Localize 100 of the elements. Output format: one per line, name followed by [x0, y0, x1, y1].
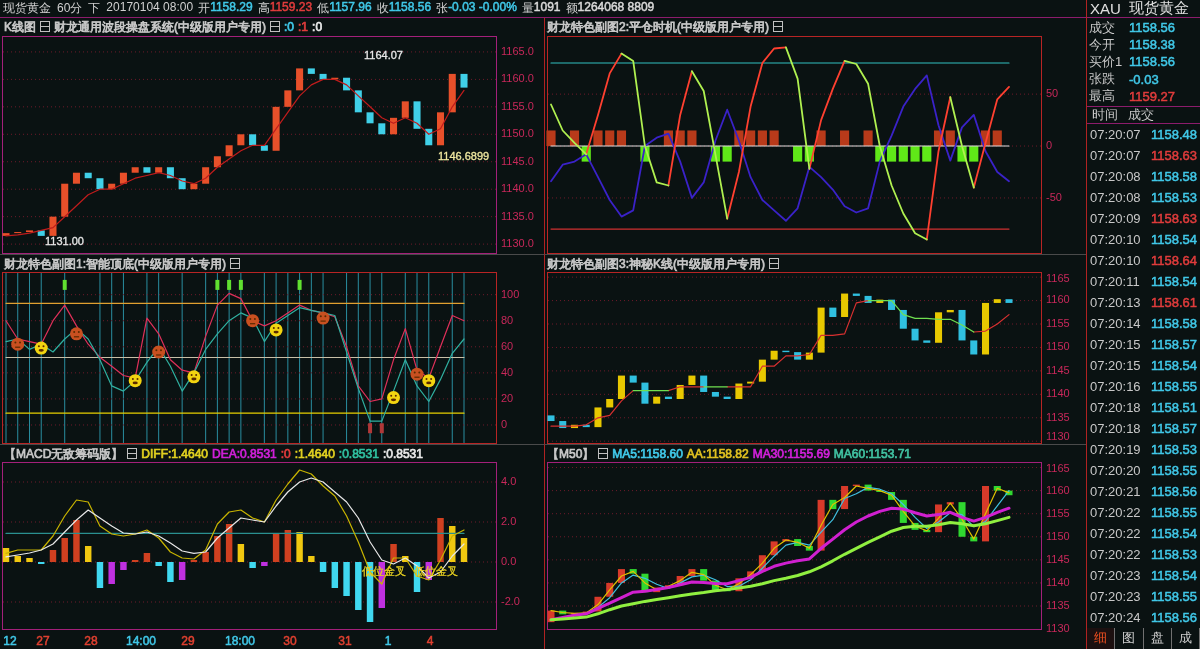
panel-title-text: K线图	[4, 20, 36, 34]
y-axis-label: 2.0	[501, 514, 517, 527]
trade-price: 1158.56	[1150, 483, 1197, 499]
field-label: 额	[565, 0, 578, 17]
trade-time: 07:20:18	[1090, 399, 1141, 415]
trade-price: 1158.54	[1150, 273, 1197, 289]
panel-title-text: MA60:1153.71	[833, 447, 911, 461]
y-axis-label: 1135	[1046, 598, 1070, 611]
y-axis-label: 1140.0	[501, 182, 534, 195]
field-value: 1264068 8809	[577, 0, 655, 16]
trade-price: 1158.54	[1150, 567, 1197, 583]
trade-price: 1158.53	[1150, 441, 1197, 457]
field-value: 1157.96	[329, 0, 372, 16]
quote-label: 最高	[1089, 87, 1116, 106]
y-axis-label: 1130	[1046, 622, 1070, 634]
panel-title-text: 财龙通用波段操盘系统(中级版用户专用)	[54, 20, 266, 34]
trade-time: 07:20:23	[1090, 567, 1141, 583]
field-value: 1158.29	[210, 0, 253, 16]
symbol-code: XAU	[1090, 0, 1121, 17]
symbol-name: 现货黄金	[1128, 0, 1189, 18]
x-axis-label: 30	[283, 634, 297, 649]
y-axis-label: 1150.0	[501, 127, 534, 140]
x-axis-label: 27	[36, 634, 50, 649]
panel-title-text: :0.8531	[338, 447, 379, 461]
quote-value: 1158.56	[1129, 20, 1176, 36]
y-axis-label: 1145	[1046, 363, 1070, 376]
trade-price: 1158.53	[1150, 546, 1197, 562]
y-axis-label: 50	[1046, 87, 1059, 100]
panel-title-text: DIFF:1.4640	[141, 447, 209, 461]
chart-label: 1146.6899	[438, 150, 490, 163]
panel-title-text: AA:1158.82	[686, 447, 749, 461]
field-value: 1159.23	[269, 0, 313, 16]
trade-price: 1158.55	[1150, 378, 1197, 394]
y-axis-label: 4.0	[501, 474, 517, 487]
trade-price: 1158.63	[1150, 147, 1197, 163]
field-value: -0.03 -0.00%	[448, 0, 517, 16]
direction-label: 下	[88, 0, 101, 17]
trade-time: 07:20:13	[1090, 294, 1141, 310]
panel-title-text: :1	[298, 20, 309, 34]
y-axis-label: 1150	[1046, 340, 1070, 353]
x-axis-label: 18:00	[225, 634, 255, 649]
quote-value: 1158.38	[1129, 37, 1176, 53]
trade-price: 1158.63	[1150, 210, 1197, 226]
trade-price: 1158.54	[1150, 357, 1197, 373]
trade-time: 07:20:22	[1090, 504, 1141, 520]
trade-time: 07:20:07	[1090, 147, 1141, 163]
y-axis-label: 1145.0	[501, 154, 534, 167]
y-axis-label: 1155.0	[501, 99, 534, 112]
trade-price: 1158.58	[1150, 315, 1197, 331]
period-label: 60分	[57, 0, 83, 17]
trade-time: 07:20:18	[1090, 420, 1141, 436]
x-axis-label: 12	[3, 634, 17, 649]
trade-time: 07:20:14	[1090, 315, 1141, 331]
trade-time: 07:20:16	[1090, 378, 1141, 394]
y-axis-label: 1145	[1046, 552, 1070, 565]
y-axis-label: 60	[501, 339, 514, 352]
trade-price: 1158.55	[1150, 588, 1197, 604]
chart-label: 1131.00	[45, 235, 84, 248]
trade-time: 07:20:10	[1090, 252, 1141, 268]
x-axis-label: 14:00	[126, 634, 156, 649]
trade-price: 1158.58	[1150, 168, 1197, 184]
trade-time: 07:20:19	[1090, 441, 1141, 457]
y-axis-label: 0.0	[501, 554, 517, 567]
field-label: 开	[198, 0, 211, 17]
y-axis-label: 1140	[1046, 387, 1070, 400]
panel-title-text: DEA:0.8531	[212, 447, 277, 461]
trade-time: 07:20:09	[1090, 210, 1141, 226]
y-axis-label: -2.0	[501, 594, 520, 607]
panel-title-text: 【M50】	[547, 447, 595, 461]
y-axis-label: 40	[501, 365, 514, 378]
trade-time: 07:20:24	[1090, 609, 1141, 625]
y-axis-label: 1160	[1046, 483, 1070, 496]
field-label: 高	[257, 0, 270, 17]
trade-time: 07:20:11	[1090, 273, 1140, 289]
y-axis-label: -50	[1046, 190, 1062, 203]
trade-time: 07:20:15	[1090, 336, 1141, 352]
quote-label: 张跌	[1089, 70, 1116, 89]
panel-title-text: :0	[312, 20, 323, 34]
y-axis-label: 0	[501, 417, 508, 430]
y-axis-label: 1160.0	[501, 72, 534, 85]
y-axis-label: 1160	[1046, 293, 1070, 306]
trade-price: 1158.51	[1150, 399, 1197, 415]
panel-title-text: 财龙特色副图2:平仓时机(中级版用户专用)	[547, 20, 769, 34]
quote-value: 1158.56	[1129, 54, 1176, 70]
y-axis-label: 1155	[1046, 316, 1070, 329]
field-value: 1158.56	[388, 0, 432, 16]
trade-price: 1158.54	[1150, 525, 1197, 541]
trade-time: 07:20:07	[1090, 126, 1141, 142]
x-axis-label: 4	[426, 634, 434, 649]
x-axis-label: 29	[181, 634, 195, 649]
column-header: 成交	[1128, 105, 1154, 124]
field-label: 收	[376, 0, 389, 17]
column-header: 时间	[1092, 105, 1118, 124]
trade-price: 1158.55	[1150, 462, 1197, 478]
trade-time: 07:20:08	[1090, 189, 1141, 205]
panel-title-text: MA30:1155.69	[752, 447, 830, 461]
panel-title-text: 财龙特色副图1:智能顶底(中级版用户专用)	[4, 257, 226, 271]
field-label: 低	[317, 0, 330, 17]
trade-price: 1158.61	[1150, 294, 1197, 310]
panel-title-text: :1.4640	[294, 447, 335, 461]
